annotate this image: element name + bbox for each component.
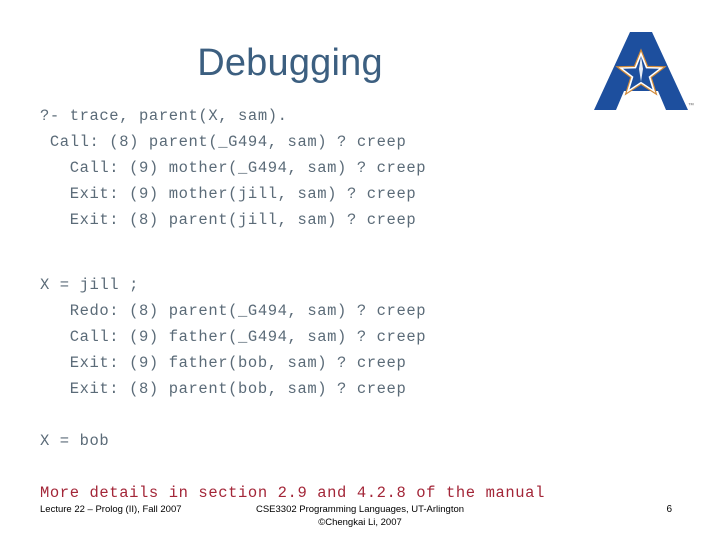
footer-course-info: CSE3302 Programming Languages, UT-Arling… [256, 503, 464, 529]
page-title: Debugging [197, 42, 383, 84]
footer-lecture-info: Lecture 22 – Prolog (II), Fall 2007 [40, 504, 182, 515]
slide-footer: Lecture 22 – Prolog (II), Fall 2007 CSE3… [0, 500, 720, 534]
code-line: Exit: (8) parent(jill, sam) ? creep [40, 211, 417, 229]
code-line: Exit: (9) mother(jill, sam) ? creep [40, 185, 417, 203]
code-line: X = jill ; [40, 276, 140, 294]
footer-copyright: ©Chengkai Li, 2007 [318, 517, 402, 528]
trademark-symbol: ™ [688, 103, 694, 109]
code-line: Exit: (9) father(bob, sam) ? creep [40, 354, 407, 372]
code-line: Redo: (8) parent(_G494, sam) ? creep [40, 302, 427, 320]
trace-output-area: ?- trace, parent(X, sam). Call: (8) pare… [40, 103, 680, 506]
code-line: ?- trace, parent(X, sam). [40, 107, 288, 125]
footer-course-title: CSE3302 Programming Languages, UT-Arling… [255, 504, 465, 515]
code-line: Call: (9) mother(_G494, sam) ? creep [40, 159, 427, 177]
final-result-line: X = bob [40, 432, 110, 450]
code-spacer [40, 259, 680, 272]
code-line: Exit: (8) parent(bob, sam) ? creep [40, 380, 407, 398]
page-number: 6 [666, 504, 672, 515]
code-spacer [40, 233, 680, 259]
code-line: Call: (8) parent(_G494, sam) ? creep [40, 133, 407, 151]
code-line: Call: (9) father(_G494, sam) ? creep [40, 328, 427, 346]
